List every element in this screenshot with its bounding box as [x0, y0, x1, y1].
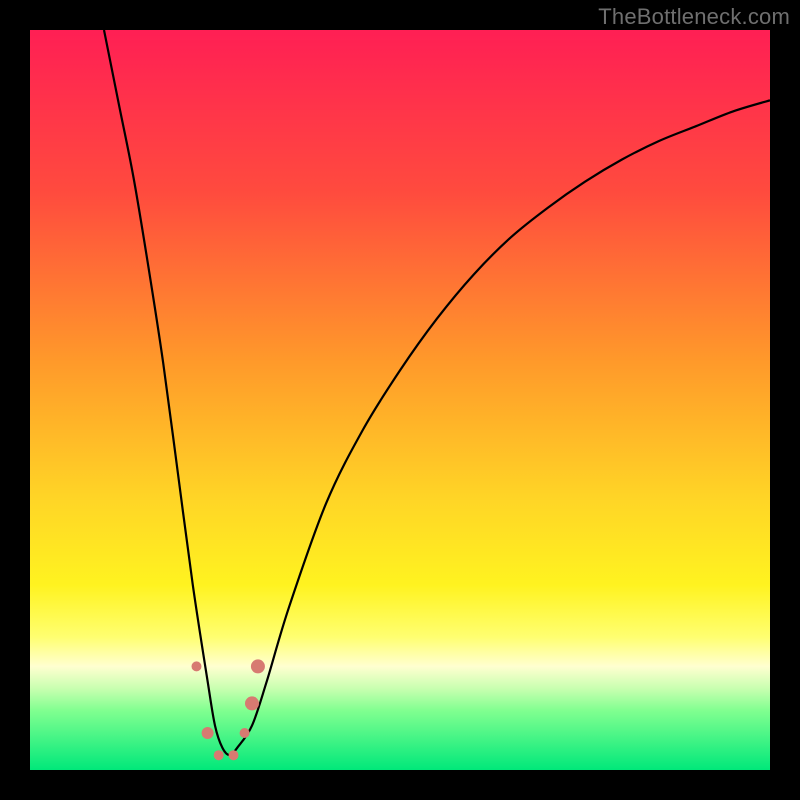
bottleneck-curve [104, 30, 770, 755]
chart-frame: TheBottleneck.com [0, 0, 800, 800]
data-marker [245, 696, 259, 710]
curve-markers [192, 659, 265, 760]
data-marker [240, 728, 250, 738]
data-marker [192, 661, 202, 671]
plot-area [30, 30, 770, 770]
data-marker [214, 750, 224, 760]
data-marker [251, 659, 265, 673]
curve-layer [30, 30, 770, 770]
data-marker [229, 750, 239, 760]
data-marker [202, 727, 214, 739]
watermark-text: TheBottleneck.com [598, 4, 790, 30]
